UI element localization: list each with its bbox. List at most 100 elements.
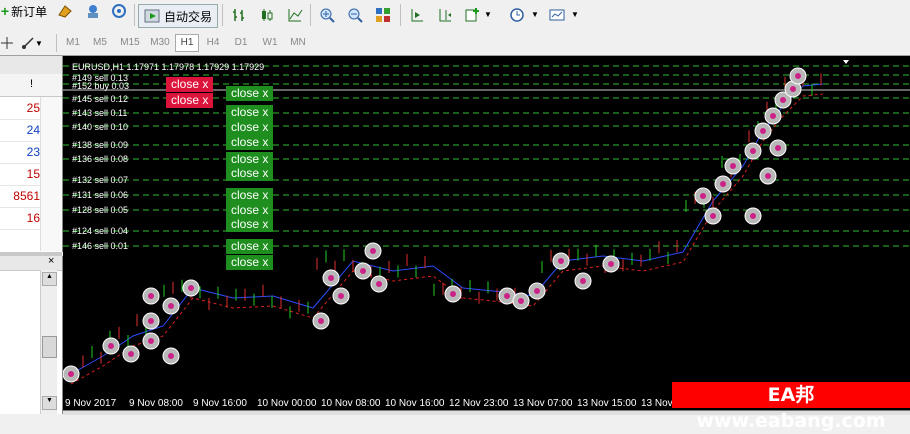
close-order-button[interactable]: close x (226, 188, 274, 203)
order-label: #132 sell 0.07 (72, 175, 129, 185)
toolbar-separator (56, 34, 57, 52)
timeframe-d1[interactable]: D1 (230, 35, 252, 51)
navigator-panel: × ▲ ▼ (0, 255, 63, 414)
toolbar-separator (400, 4, 401, 26)
order-label: #143 sell 0.11 (72, 108, 128, 118)
chevron-down-icon[interactable]: ▼ (531, 10, 539, 19)
templates-icon[interactable] (546, 4, 568, 26)
close-order-button[interactable]: close x (226, 105, 274, 120)
crosshair-icon[interactable] (0, 32, 14, 54)
timeframe-h4[interactable]: H4 (202, 35, 224, 51)
timeframe-m15[interactable]: M15 (116, 35, 144, 51)
watermark-logo: EA邦 www.eabang.com (672, 382, 910, 432)
trade-marker-dot (148, 293, 154, 299)
panel-value-row[interactable]: 15 (0, 163, 40, 186)
close-order-button[interactable]: close x (226, 86, 274, 101)
draw-tools-icon[interactable]: ▼ (18, 32, 46, 54)
shift-marker (843, 60, 849, 64)
order-label: #140 sell 0.10 (72, 122, 129, 132)
close-order-button[interactable]: close x (226, 217, 274, 232)
close-order-button[interactable]: close x (226, 166, 274, 181)
trade-marker-dot (188, 285, 194, 291)
trade-marker-dot (790, 86, 796, 92)
signals-icon[interactable] (108, 0, 130, 22)
panel-value-row[interactable]: 16 (0, 207, 40, 230)
trade-marker-dot (700, 193, 706, 199)
panel-value-row[interactable]: 8561 (0, 185, 40, 208)
x-axis-label: 10 Nov 08:00 (321, 398, 381, 409)
order-label: #138 sell 0.09 (72, 140, 129, 150)
scroll-thumb[interactable] (42, 336, 57, 358)
price-chart[interactable]: EURUSD,H1 1.17971 1.17978 1.17929 1.1792… (63, 56, 910, 410)
panel-header-flag: ! (30, 78, 34, 90)
candlestick-icon[interactable] (256, 4, 278, 26)
trade-marker-dot (580, 278, 586, 284)
tile-windows-icon[interactable] (372, 4, 394, 26)
periods-clock-icon[interactable] (506, 4, 528, 26)
zoom-in-icon[interactable] (316, 4, 338, 26)
trade-marker-dot (318, 318, 324, 324)
market-watch-panel: ! 25 24 23 15 8561 16 (0, 56, 63, 252)
x-axis-label: 9 Nov 08:00 (129, 398, 183, 409)
trade-marker-dot (710, 213, 716, 219)
scrollbar[interactable]: ▲ ▼ (40, 270, 57, 414)
bar-chart-icon[interactable] (228, 4, 250, 26)
x-axis-label: 10 Nov 00:00 (257, 398, 317, 409)
close-order-button[interactable]: close x (226, 120, 274, 135)
close-order-button[interactable]: close x (226, 203, 274, 218)
navigator-icon[interactable] (82, 0, 104, 22)
timeframe-m30[interactable]: M30 (146, 35, 174, 51)
chevron-down-icon: ▼ (35, 38, 43, 48)
market-watch-icon[interactable] (54, 0, 76, 22)
line-chart-icon[interactable] (284, 4, 306, 26)
timeframe-mn[interactable]: MN (286, 35, 310, 51)
trade-marker-dot (338, 293, 344, 299)
trade-marker-dot (108, 343, 114, 349)
trade-marker-dot (168, 303, 174, 309)
panel-value-row[interactable]: 25 (0, 97, 40, 120)
zoom-out-icon[interactable] (344, 4, 366, 26)
close-order-button[interactable]: close x (226, 135, 274, 150)
trade-marker-dot (68, 371, 74, 377)
timeframe-h1[interactable]: H1 (175, 34, 199, 52)
panel-value-row[interactable]: 24 (0, 119, 40, 142)
x-axis-label: 13 Nov 07:00 (513, 398, 573, 409)
trade-marker-dot (370, 248, 376, 254)
scroll-up-arrow[interactable]: ▲ (42, 272, 57, 286)
indicators-icon[interactable] (462, 4, 484, 26)
chevron-down-icon[interactable]: ▼ (484, 10, 492, 19)
trade-marker-dot (795, 73, 801, 79)
close-icon[interactable]: × (48, 255, 54, 267)
order-label: #146 sell 0.01 (72, 241, 129, 251)
close-order-button[interactable]: close x (166, 93, 214, 108)
trade-marker-dot (534, 288, 540, 294)
order-label: #131 sell 0.06 (72, 190, 129, 200)
trade-marker-dot (770, 113, 776, 119)
price-line (70, 83, 824, 375)
close-order-button[interactable]: close x (226, 255, 274, 270)
chart-shift-icon[interactable] (406, 4, 428, 26)
panel-header: ! (0, 74, 62, 97)
close-order-button[interactable]: close x (226, 152, 274, 167)
trade-marker-dot (450, 291, 456, 297)
trade-marker-dot (760, 128, 766, 134)
new-order-button[interactable]: + 新订单 (0, 0, 48, 22)
order-label: #152 buy 0.03 (72, 81, 130, 91)
new-order-label: 新订单 (11, 4, 48, 19)
timeframe-w1[interactable]: W1 (258, 35, 282, 51)
trade-marker-dot (328, 275, 334, 281)
panel-value-row[interactable]: 23 (0, 141, 40, 164)
autoscroll-icon[interactable] (434, 4, 456, 26)
autotrade-icon (144, 9, 160, 23)
trade-marker-dot (148, 318, 154, 324)
scroll-down-arrow[interactable]: ▼ (42, 396, 57, 410)
trade-marker-dot (518, 298, 524, 304)
chevron-down-icon[interactable]: ▼ (571, 10, 579, 19)
panel-titlebar (0, 56, 62, 75)
trade-marker-dot (360, 268, 366, 274)
timeframe-m1[interactable]: M1 (62, 35, 84, 51)
close-order-button[interactable]: close x (226, 239, 274, 254)
autotrade-button[interactable]: 自动交易 (138, 4, 218, 28)
timeframe-m5[interactable]: M5 (88, 35, 112, 51)
close-order-button[interactable]: close x (166, 77, 214, 92)
